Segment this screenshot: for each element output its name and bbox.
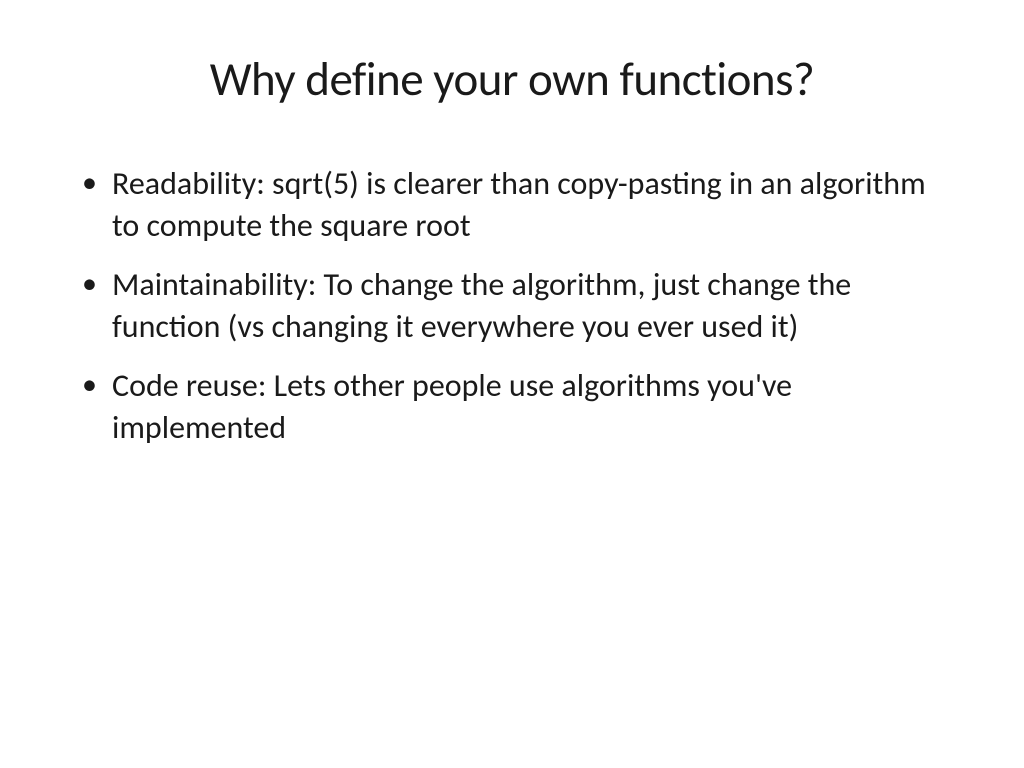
bullet-item: Maintainability: To change the algorithm… (70, 264, 954, 347)
slide-title: Why define your own functions? (70, 50, 954, 108)
bullet-item: Code reuse: Lets other people use algori… (70, 365, 954, 448)
bullet-item: Readability: sqrt(5) is clearer than cop… (70, 163, 954, 246)
slide-container: Why define your own functions? Readabili… (0, 0, 1024, 768)
bullet-list: Readability: sqrt(5) is clearer than cop… (70, 163, 954, 449)
